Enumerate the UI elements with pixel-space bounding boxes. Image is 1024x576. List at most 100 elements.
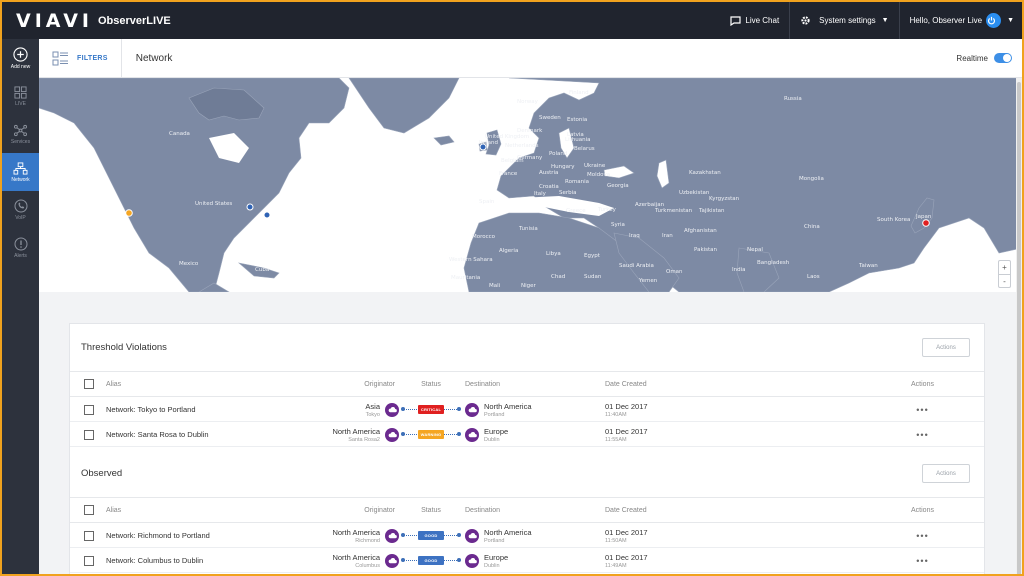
sidebar-item-network[interactable]: Network [2,153,39,191]
viavi-logo: VIAVI [16,9,93,32]
destination-site: Dublin [484,436,500,443]
live-chat-button[interactable]: Live Chat [720,2,789,39]
map-land [39,78,1022,292]
user-greeting: Hello, Observer Live [909,16,983,25]
date-cell: 01 Dec 2017 11:50AM [581,528,861,544]
map-label: Sweden [539,115,561,121]
more-actions-button[interactable]: ••• [861,556,984,566]
world-map[interactable]: Canada United States Mexico Cuba Finland… [39,78,1022,292]
scrollbar[interactable] [1016,78,1022,574]
map-label: Kyrgyzstan [709,196,740,202]
map-label: Ukraine [584,163,606,169]
select-all-checkbox[interactable] [84,505,94,515]
destination-region: North America [484,527,532,537]
select-all-checkbox[interactable] [84,379,94,389]
path-dot [401,432,405,436]
violations-panel: Threshold Violations Actions Alias Origi… [69,323,985,574]
threshold-actions-button[interactable]: Actions [922,338,970,357]
row-checkbox[interactable] [84,555,94,566]
map-label: Estonia [567,117,587,123]
col-actions: Actions [911,380,934,388]
sidebar-item-label: Network [11,176,30,183]
date-value: 01 Dec 2017 [605,426,648,436]
row-checkbox[interactable] [84,404,94,415]
map-marker-tokyo[interactable] [922,219,930,227]
row-alias[interactable]: Network: Richmond to Portland [94,531,302,540]
map-label: India [732,267,746,273]
map-label: Niger [521,283,537,289]
col-destination[interactable]: Destination [463,381,581,388]
col-destination[interactable]: Destination [463,507,581,514]
map-marker-columbus[interactable] [246,203,254,211]
sidebar-item-add-new[interactable]: Add new [2,39,39,77]
more-actions-button[interactable]: ••• [861,405,984,415]
table-row[interactable]: Network: Richmond to Portland North Ameri… [70,523,984,548]
map-marker-dublin[interactable] [479,143,487,151]
col-actions: Actions [911,506,934,514]
time-value: 11:50AM [605,537,627,544]
observed-table-header: Alias Originator Status Destination Date… [70,498,984,523]
map-label: France [499,171,518,177]
filter-list-icon [52,51,68,65]
sidebar-item-voip[interactable]: VoIP [2,191,39,229]
map-label: Taiwan [858,263,878,269]
col-date[interactable]: Date Created [581,381,861,388]
more-actions-button[interactable]: ••• [861,430,984,440]
observed-actions-button[interactable]: Actions [922,464,970,483]
path-dot [457,533,461,537]
map-label: Spain [479,199,495,205]
col-status[interactable]: Status [399,507,463,514]
sidebar-item-services[interactable]: Services [2,115,39,153]
scrollbar-thumb[interactable] [1017,82,1021,574]
row-alias[interactable]: Network: Santa Rosa to Dublin [94,430,302,439]
observed-section: Observed Actions Alias Originator Status… [70,450,984,573]
sidebar-item-live[interactable]: LIVE [2,77,39,115]
network-icon [13,161,28,175]
col-originator[interactable]: Originator [302,381,399,388]
map-marker-richmond[interactable] [263,211,271,219]
row-checkbox[interactable] [84,530,94,541]
row-checkbox[interactable] [84,429,94,440]
destination-site: Portland [484,537,505,544]
user-menu[interactable]: Hello, Observer Live ▼ [898,2,1022,39]
status-badge: WARNING [418,430,444,439]
filters-button[interactable]: FILTERS [39,38,122,78]
map-label: Mexico [179,261,199,267]
map-label: Tajikistan [698,208,725,214]
table-row[interactable]: Network: Columbus to Dublin North America… [70,548,984,573]
app-window: VIAVI ObserverLIVE Live Chat System sett… [0,0,1024,576]
realtime-toggle[interactable] [994,53,1012,63]
status-cell: GOOD [399,548,463,573]
cloud-icon [465,402,479,417]
realtime-label: Realtime [956,53,988,63]
cloud-icon [385,528,399,543]
more-actions-button[interactable]: ••• [861,531,984,541]
map-label: Syria [611,222,625,228]
row-alias[interactable]: Network: Columbus to Dublin [94,556,302,565]
system-settings-button[interactable]: System settings ▼ [789,2,898,39]
table-row[interactable]: Network: Santa Rosa to Dublin North Ameri… [70,422,984,447]
sidebar-item-alerts[interactable]: Alerts [2,229,39,267]
map-marker-santa-rosa[interactable] [125,209,133,217]
map-label: Lithuania [565,137,590,143]
row-alias[interactable]: Network: Tokyo to Portland [94,405,302,414]
col-originator[interactable]: Originator [302,507,399,514]
map-label: Turkmenistan [654,208,693,214]
zoom-out-button[interactable]: - [999,274,1010,287]
sidebar-item-label: Alerts [14,253,27,259]
cloud-icon [465,427,479,442]
col-alias[interactable]: Alias [94,507,302,514]
table-row[interactable]: Network: Tokyo to Portland Asia Tokyo CRITI… [70,397,984,422]
col-date[interactable]: Date Created [581,507,861,514]
realtime-control: Realtime [956,53,1012,63]
zoom-in-button[interactable]: + [999,261,1010,274]
map-label: Hungary [551,164,575,170]
map-label: Bangladesh [757,260,790,266]
map-label: Poland [549,151,567,157]
threshold-table-header: Alias Originator Status Destination Date… [70,372,984,397]
col-alias[interactable]: Alias [94,381,302,388]
map-label: Algeria [499,248,518,254]
col-status[interactable]: Status [399,381,463,388]
originator-site: Santa Rosa2 [348,436,380,443]
map-label: Chad [551,274,565,280]
